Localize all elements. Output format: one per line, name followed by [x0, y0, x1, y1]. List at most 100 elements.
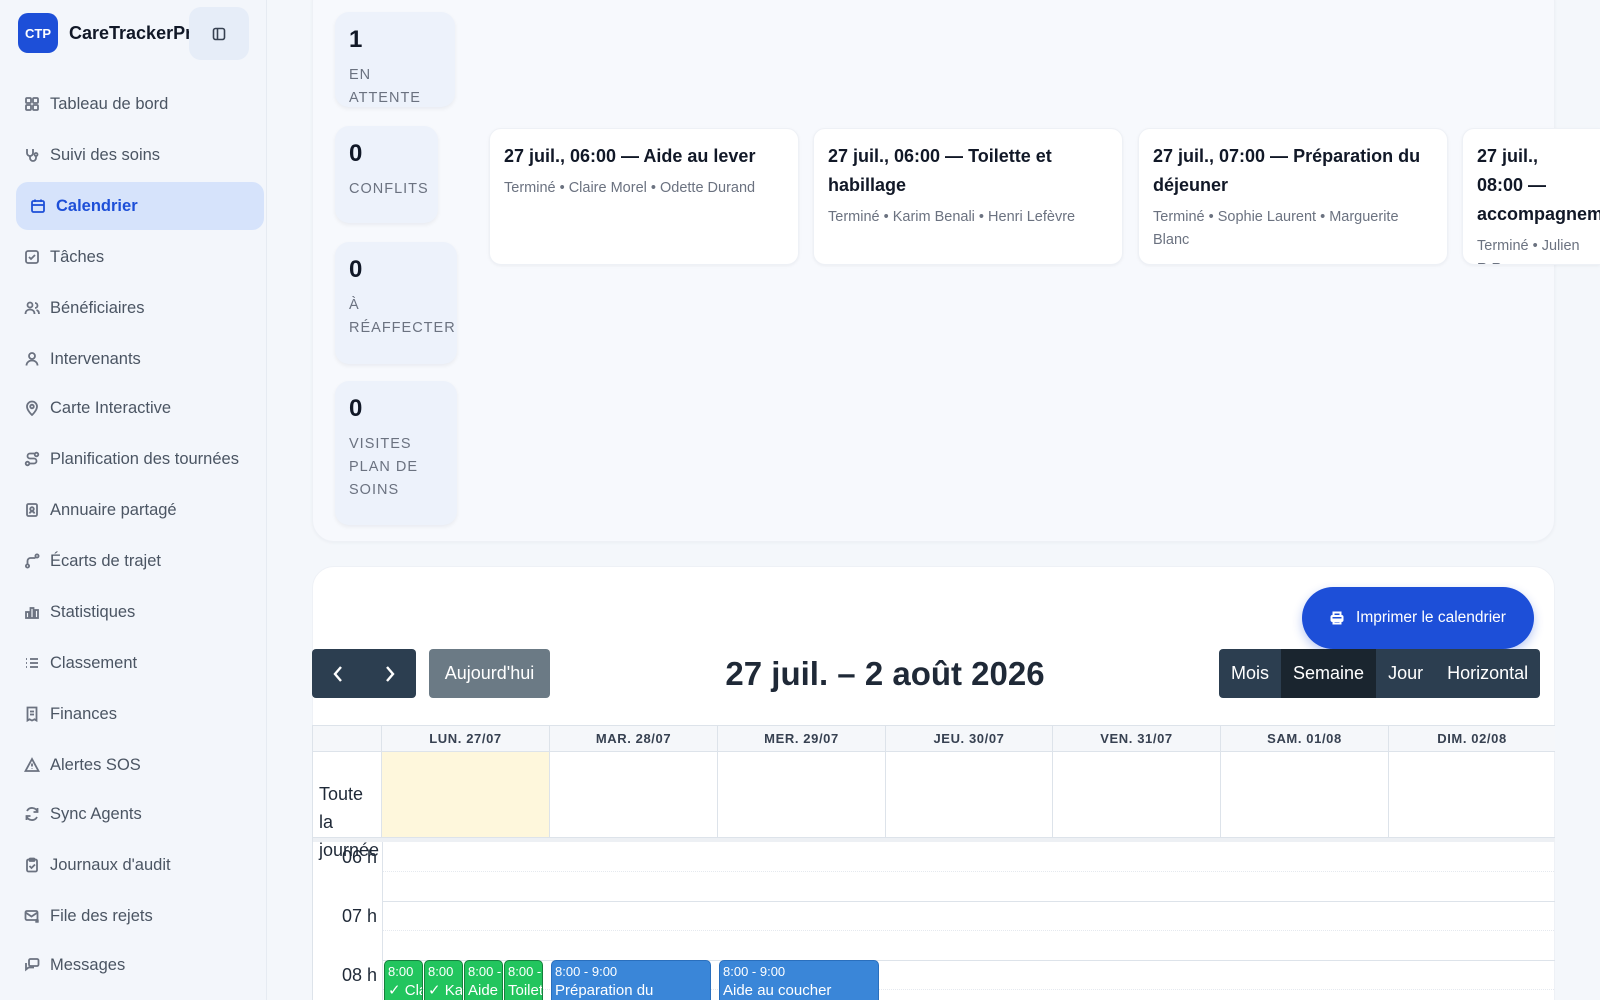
sidebar-item-label: Statistiques	[50, 602, 136, 621]
day-header[interactable]: MAR. 28/07	[550, 726, 718, 752]
allday-cell[interactable]	[886, 752, 1053, 838]
sidebar-item-tableau-de-bord[interactable]: Tableau de bord	[16, 80, 264, 128]
sidebar-item-sync-agents[interactable]: Sync Agents	[16, 790, 264, 838]
sidebar-item-calendrier[interactable]: Calendrier	[16, 182, 264, 230]
panel-left-icon	[212, 27, 226, 40]
sidebar-item-planification-des-tournees[interactable]: Planification des tournées	[16, 435, 264, 483]
day-header[interactable]: JEU. 30/07	[886, 726, 1053, 752]
sidebar-item-taches[interactable]: Tâches	[16, 233, 264, 281]
sidebar-item-alertes-sos[interactable]: Alertes SOS	[16, 741, 264, 789]
prev-week-button[interactable]	[312, 649, 364, 698]
event-time: 8:00 - 9:00	[508, 964, 542, 979]
calendar-event[interactable]: 8:00 - 9:00 Préparation du	[551, 960, 711, 1000]
time-label: 06 h	[341, 847, 377, 867]
sidebar-item-ecarts-de-trajet[interactable]: Écarts de trajet	[16, 537, 264, 585]
sidebar-collapse-button[interactable]	[189, 7, 249, 60]
calendar-icon	[31, 199, 45, 213]
print-calendar-label: Imprimer le calendrier	[1356, 609, 1506, 626]
stat-label: EN ATTENTE	[349, 67, 421, 106]
event-time: 8:00 - 9:00	[468, 964, 502, 979]
stat-card-visites-plan-de-soins[interactable]: 0 VISITES PLAN DE SOINS	[335, 381, 457, 525]
printer-icon	[1330, 611, 1344, 625]
day-header[interactable]: VEN. 31/07	[1053, 726, 1221, 752]
list-ordered-icon	[26, 658, 38, 668]
bar-chart-icon	[25, 607, 39, 619]
calendar-event[interactable]: 8:00 - 9:00 Aide au coucher	[719, 960, 879, 1000]
receipt-icon	[26, 706, 38, 722]
day-header[interactable]: DIM. 02/08	[1389, 726, 1555, 752]
brand[interactable]: CTP CareTrackerPro	[18, 13, 191, 53]
stat-value: 0	[349, 256, 363, 283]
sidebar-item-file-des-rejets[interactable]: File des rejets	[16, 892, 264, 940]
users-icon	[24, 301, 40, 315]
calendar-event[interactable]: 8:00 ✓ Claire Morel	[384, 960, 423, 1000]
view-month-button[interactable]: Mois	[1219, 649, 1281, 698]
calendar-event[interactable]: 8:00 - 9:00 Aide	[464, 960, 503, 1000]
allday-cell-today[interactable]	[382, 752, 550, 838]
day-header[interactable]: MER. 29/07	[718, 726, 886, 752]
sidebar-item-journaux-d-audit[interactable]: Journaux d'audit	[16, 841, 264, 889]
visit-card[interactable]: 27 juil., 07:00 — Préparation du déjeune…	[1138, 128, 1448, 265]
sidebar-item-label: Calendrier	[56, 196, 138, 215]
stat-card-a-reaffecter[interactable]: 0 À RÉAFFECTER	[335, 242, 457, 364]
sidebar-item-label: Classement	[50, 653, 138, 672]
sidebar-item-statistiques[interactable]: Statistiques	[16, 588, 264, 636]
stat-label: VISITES PLAN DE SOINS	[349, 436, 419, 498]
allday-cell[interactable]	[1053, 752, 1221, 838]
sidebar-item-beneficiaires[interactable]: Bénéficiaires	[16, 284, 264, 332]
view-horizontal-button[interactable]: Horizontal	[1435, 649, 1540, 698]
chevron-right-icon	[386, 665, 395, 682]
clipboard-icon	[26, 857, 38, 873]
sidebar-item-annuaire-partage[interactable]: Annuaire partagé	[16, 486, 264, 534]
visit-card[interactable]: 27 juil., 08:00 — accompagnem Terminé • …	[1462, 128, 1600, 265]
hour-line	[383, 901, 1555, 902]
calendar-event[interactable]: 8:00 - 9:00 Toilette	[504, 960, 543, 1000]
sidebar-item-intervenants[interactable]: Intervenants	[16, 335, 264, 383]
next-week-button[interactable]	[364, 649, 416, 698]
sidebar-item-finances[interactable]: Finances	[16, 690, 264, 738]
view-week-button[interactable]: Semaine	[1281, 649, 1377, 698]
event-time: 8:00 - 9:00	[723, 964, 786, 979]
sidebar-item-messages[interactable]: Messages	[16, 941, 264, 989]
day-header[interactable]: SAM. 01/08	[1221, 726, 1389, 752]
grid-icon	[25, 97, 39, 111]
brand-name: CareTrackerPro	[69, 22, 191, 43]
stat-value: 0	[349, 395, 363, 422]
visit-meta: Terminé • Claire Morel • Odette Durand	[504, 180, 756, 196]
allday-cell[interactable]	[718, 752, 886, 838]
brand-logo: CTP	[18, 13, 58, 53]
allday-cell[interactable]	[1221, 752, 1389, 838]
visit-card[interactable]: 27 juil., 06:00 — Toilette et habillage …	[813, 128, 1123, 265]
sidebar-item-label: Tâches	[50, 247, 105, 266]
stethoscope-icon	[26, 149, 39, 162]
sidebar-item-label: Écarts de trajet	[50, 551, 161, 570]
sidebar-item-carte-interactive[interactable]: Carte Interactive	[16, 384, 264, 432]
calendar-event[interactable]: 8:00 ✓ Karim Benali	[424, 960, 463, 1000]
time-label: 08 h	[341, 965, 377, 985]
sidebar-item-label: Bénéficiaires	[50, 298, 145, 317]
event-title: Préparation du	[555, 982, 654, 999]
stat-card-conflits[interactable]: 0 CONFLITS	[335, 126, 438, 223]
event-title: Toilette	[508, 982, 543, 999]
allday-cell[interactable]	[550, 752, 718, 838]
visit-meta: Terminé • Sophie Laurent • Marguerite Bl…	[1153, 209, 1399, 248]
stat-label: CONFLITS	[349, 181, 429, 197]
sidebar-item-label: Messages	[50, 955, 126, 974]
sidebar-item-suivi-des-soins[interactable]: Suivi des soins	[16, 131, 264, 179]
event-title: Aide	[468, 982, 499, 999]
sidebar: CTP CareTrackerPro Tableau de bord Suivi…	[0, 0, 267, 1000]
sidebar-item-classement[interactable]: Classement	[16, 639, 264, 687]
calendar-nav-group	[312, 649, 416, 698]
visit-title: 27 juil., 06:00 — Toilette et habillage	[828, 146, 1052, 195]
overview-panel	[312, 0, 1555, 542]
time-label: 07 h	[341, 906, 377, 926]
visit-card[interactable]: 27 juil., 06:00 — Aide au lever Terminé …	[489, 128, 799, 265]
stat-card-en-attente[interactable]: 1 EN ATTENTE	[335, 12, 455, 107]
day-header[interactable]: LUN. 27/07	[382, 726, 550, 752]
sidebar-item-label: Alertes SOS	[50, 755, 141, 774]
view-day-button[interactable]: Jour	[1376, 649, 1435, 698]
allday-cell[interactable]	[1389, 752, 1555, 838]
chevron-left-icon	[333, 665, 342, 682]
today-button[interactable]: Aujourd'hui	[429, 649, 550, 698]
print-calendar-button[interactable]: Imprimer le calendrier	[1302, 587, 1534, 649]
